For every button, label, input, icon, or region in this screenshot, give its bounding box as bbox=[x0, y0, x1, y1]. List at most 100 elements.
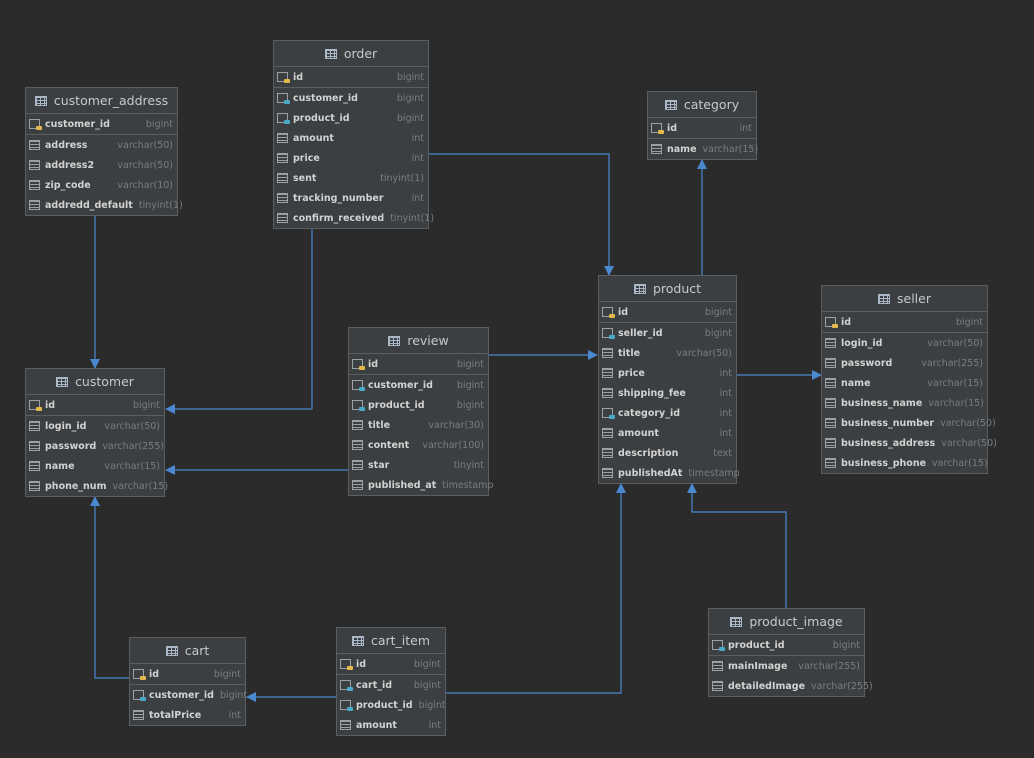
column-icon bbox=[602, 448, 613, 458]
column-type: bigint bbox=[396, 112, 424, 124]
column-row[interactable]: id int bbox=[648, 118, 756, 138]
column-row[interactable]: password varchar(255) bbox=[822, 353, 987, 373]
column-row[interactable]: business_address varchar(50) bbox=[822, 433, 997, 453]
table-header[interactable]: category bbox=[648, 92, 756, 118]
column-icon bbox=[29, 140, 40, 150]
column-row[interactable]: login_id varchar(50) bbox=[26, 416, 164, 436]
table-customer[interactable]: customer id bigint login_id varchar(50) passw… bbox=[25, 368, 168, 497]
primary-key-icon bbox=[651, 123, 664, 134]
column-row[interactable]: product_id bigint bbox=[349, 395, 488, 415]
column-type: varchar(15) bbox=[932, 457, 988, 469]
primary-key-icon bbox=[29, 400, 42, 411]
table-product[interactable]: product id bigint seller_id bigint title varch… bbox=[598, 275, 740, 484]
table-header[interactable]: review bbox=[349, 328, 488, 354]
column-row[interactable]: business_phone varchar(15) bbox=[822, 453, 988, 473]
column-row[interactable]: product_id bigint bbox=[274, 108, 428, 128]
table-header[interactable]: seller bbox=[822, 286, 987, 312]
column-row[interactable]: category_id int bbox=[599, 403, 736, 423]
column-row[interactable]: price int bbox=[274, 148, 428, 168]
column-row[interactable]: name varchar(15) bbox=[822, 373, 987, 393]
table-header[interactable]: product bbox=[599, 276, 736, 302]
column-row[interactable]: mainImage varchar(255) bbox=[709, 656, 864, 676]
column-row[interactable]: price int bbox=[599, 363, 736, 383]
column-name: customer_id bbox=[45, 118, 110, 130]
column-name: zip_code bbox=[45, 179, 91, 191]
column-row[interactable]: id bigint bbox=[822, 312, 987, 332]
column-row[interactable]: product_id bigint bbox=[709, 635, 864, 655]
column-row[interactable]: amount int bbox=[274, 128, 428, 148]
primary-key-icon bbox=[352, 359, 365, 370]
column-row[interactable]: tracking_number int bbox=[274, 188, 428, 208]
table-header[interactable]: cart_item bbox=[337, 628, 445, 654]
column-row[interactable]: detailedImage varchar(255) bbox=[709, 676, 873, 696]
table-header[interactable]: customer_address bbox=[26, 88, 177, 114]
column-row[interactable]: id bigint bbox=[274, 67, 428, 87]
column-type: bigint bbox=[456, 379, 484, 391]
table-icon bbox=[878, 293, 890, 304]
column-row[interactable]: customer_id bigint bbox=[26, 114, 177, 134]
column-row[interactable]: zip_code varchar(10) bbox=[26, 175, 177, 195]
column-type: bigint bbox=[418, 699, 446, 711]
column-row[interactable]: confirm_received tinyint(1) bbox=[274, 208, 434, 228]
column-row[interactable]: name varchar(15) bbox=[648, 139, 758, 159]
column-row[interactable]: title varchar(50) bbox=[599, 343, 736, 363]
column-row[interactable]: id bigint bbox=[337, 654, 445, 674]
column-row[interactable]: phone_num varchar(15) bbox=[26, 476, 168, 496]
column-row[interactable]: description text bbox=[599, 443, 736, 463]
columns-section: customer_id bigint product_id bigint title va… bbox=[349, 375, 494, 495]
primary-key-icon bbox=[133, 669, 146, 680]
column-row[interactable]: sent tinyint(1) bbox=[274, 168, 428, 188]
column-row[interactable]: customer_id bigint bbox=[130, 685, 247, 705]
table-review[interactable]: review id bigint customer_id bigint product_i… bbox=[348, 327, 494, 496]
column-row[interactable]: publishedAt timestamp bbox=[599, 463, 740, 483]
column-row[interactable]: content varchar(100) bbox=[349, 435, 488, 455]
column-row[interactable]: id bigint bbox=[26, 395, 164, 415]
column-row[interactable]: address2 varchar(50) bbox=[26, 155, 177, 175]
table-cart[interactable]: cart id bigint customer_id bigint totalPrice i… bbox=[129, 637, 247, 726]
column-row[interactable]: business_name varchar(15) bbox=[822, 393, 987, 413]
table-cart_item[interactable]: cart_item id bigint cart_id bigint product_id… bbox=[336, 627, 446, 736]
column-icon bbox=[133, 710, 144, 720]
table-order[interactable]: order id bigint customer_id bigint product_id… bbox=[273, 40, 434, 229]
column-row[interactable]: title varchar(30) bbox=[349, 415, 488, 435]
column-row[interactable]: shipping_fee int bbox=[599, 383, 736, 403]
column-icon bbox=[340, 720, 351, 730]
column-row[interactable]: business_number varchar(50) bbox=[822, 413, 996, 433]
column-row[interactable]: name varchar(15) bbox=[26, 456, 164, 476]
column-name: mainImage bbox=[728, 660, 788, 672]
column-row[interactable]: amount int bbox=[599, 423, 736, 443]
column-name: product_id bbox=[368, 399, 425, 411]
column-row[interactable]: id bigint bbox=[599, 302, 736, 322]
table-seller[interactable]: seller id bigint login_id varchar(50) passwor… bbox=[821, 285, 997, 474]
column-row[interactable]: seller_id bigint bbox=[599, 323, 736, 343]
table-product_image[interactable]: product_image product_id bigint mainImage va… bbox=[708, 608, 873, 697]
column-row[interactable]: published_at timestamp bbox=[349, 475, 494, 495]
column-row[interactable]: amount int bbox=[337, 715, 445, 735]
table-header[interactable]: cart bbox=[130, 638, 245, 664]
primary-key-icon bbox=[29, 119, 42, 130]
table-customer_address[interactable]: customer_address customer_id bigint address… bbox=[25, 87, 183, 216]
column-name: id bbox=[356, 658, 367, 670]
column-row[interactable]: cart_id bigint bbox=[337, 675, 445, 695]
foreign-key-icon bbox=[602, 408, 615, 419]
table-header[interactable]: product_image bbox=[709, 609, 864, 635]
column-row[interactable]: id bigint bbox=[130, 664, 245, 684]
column-icon bbox=[602, 428, 613, 438]
column-row[interactable]: id bigint bbox=[349, 354, 488, 374]
column-row[interactable]: totalPrice int bbox=[130, 705, 245, 725]
column-name: phone_num bbox=[45, 480, 107, 492]
column-row[interactable]: customer_id bigint bbox=[274, 88, 428, 108]
column-row[interactable]: star tinyint bbox=[349, 455, 488, 475]
column-row[interactable]: address varchar(50) bbox=[26, 135, 177, 155]
table-category[interactable]: category id int name varchar(15) bbox=[647, 91, 758, 160]
column-row[interactable]: password varchar(255) bbox=[26, 436, 164, 456]
column-row[interactable]: addredd_default tinyint(1) bbox=[26, 195, 183, 215]
table-title: order bbox=[343, 46, 378, 61]
column-row[interactable]: customer_id bigint bbox=[349, 375, 488, 395]
column-type: bigint bbox=[832, 639, 860, 651]
column-type: int bbox=[719, 367, 732, 379]
column-row[interactable]: login_id varchar(50) bbox=[822, 333, 987, 353]
table-header[interactable]: order bbox=[274, 41, 428, 67]
column-row[interactable]: product_id bigint bbox=[337, 695, 446, 715]
table-header[interactable]: customer bbox=[26, 369, 164, 395]
